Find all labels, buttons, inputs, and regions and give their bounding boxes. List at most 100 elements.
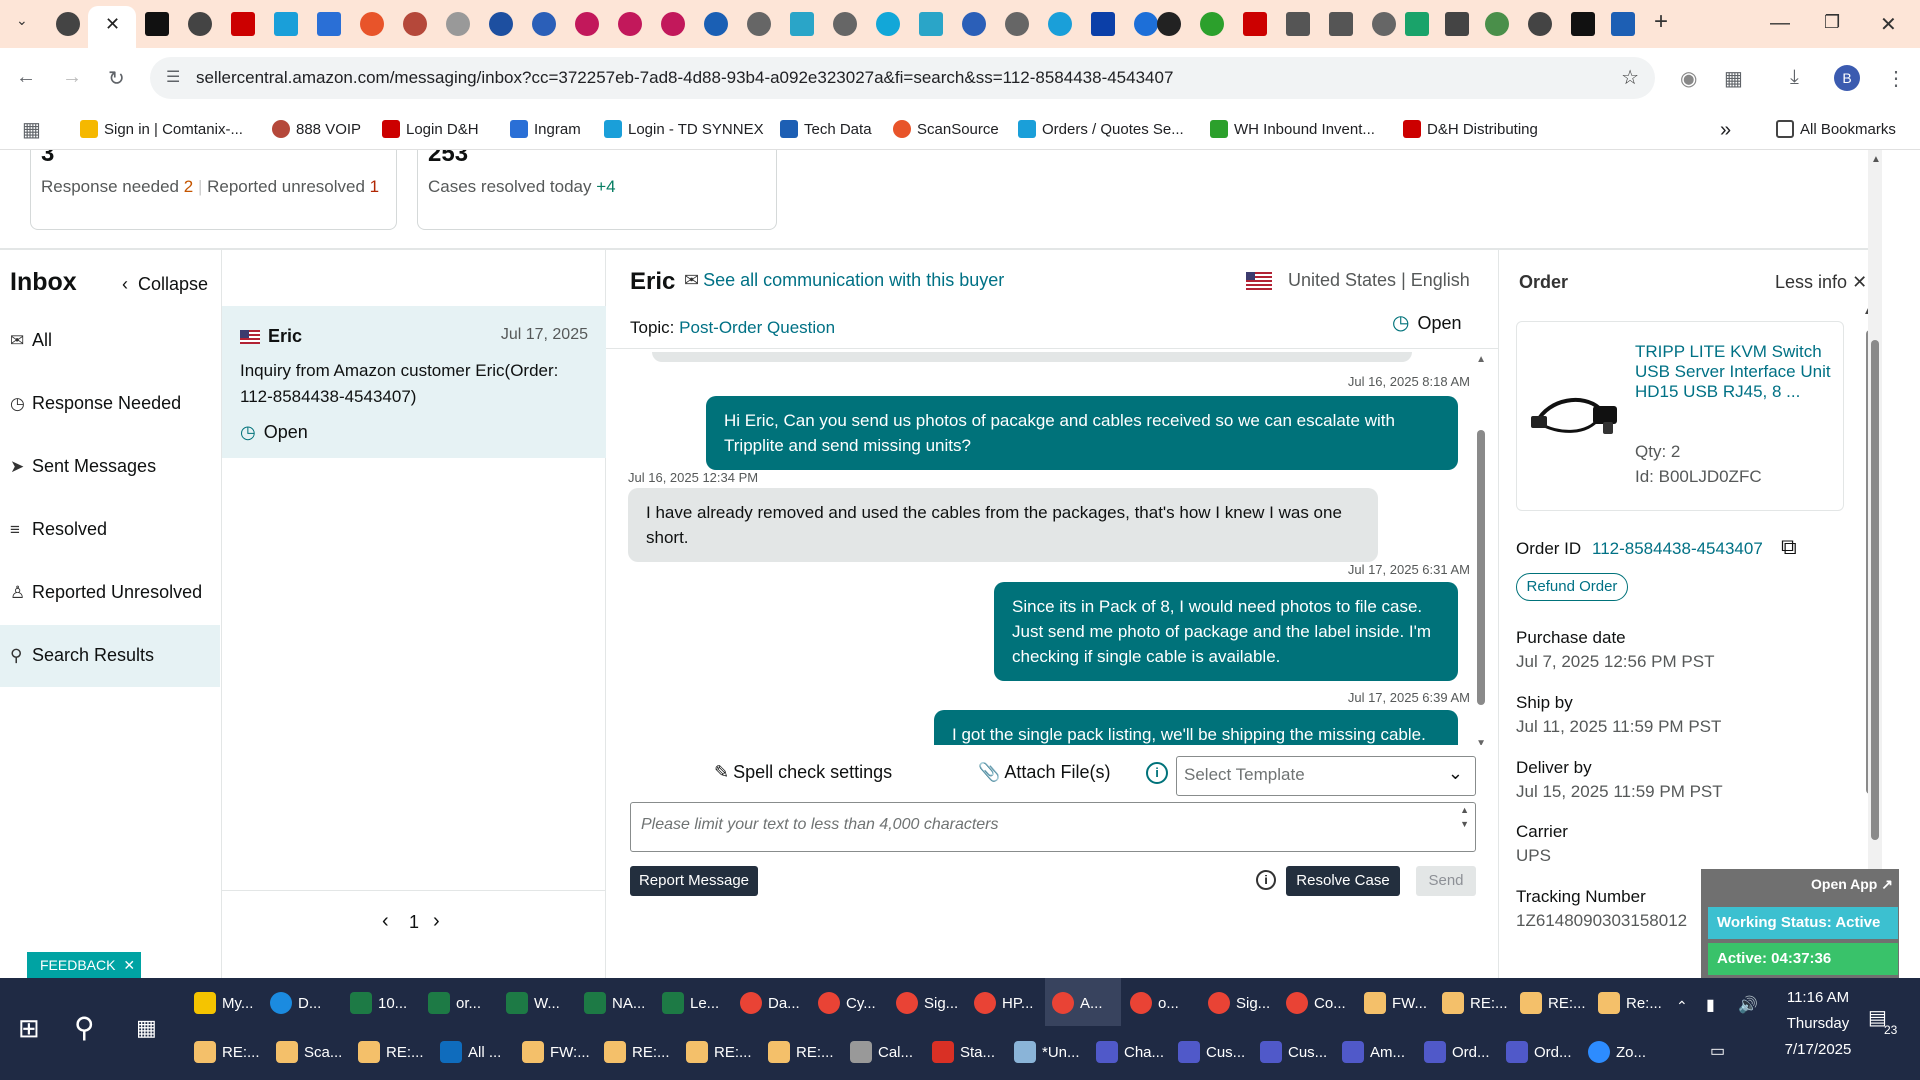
taskbar-item[interactable]: RE:... bbox=[1520, 984, 1586, 1024]
message-thread[interactable]: Jul 16, 2025 8:18 AM Hi Eric, Can you se… bbox=[624, 350, 1486, 745]
battery-icon[interactable]: ▮ bbox=[1706, 986, 1715, 1026]
taskbar-item[interactable]: FW:... bbox=[522, 1033, 590, 1073]
spinner-down-icon[interactable]: ▼ bbox=[1460, 819, 1469, 829]
prev-page-icon[interactable]: ‹ bbox=[382, 910, 389, 933]
site-info-icon[interactable]: ☰ bbox=[166, 67, 180, 87]
product-title-link[interactable]: TRIPP LITE KVM Switch USB Server Interfa… bbox=[1635, 342, 1831, 402]
tab-favicon-icon[interactable] bbox=[145, 12, 169, 36]
refund-order-button[interactable]: Refund Order bbox=[1516, 573, 1628, 601]
tab-favicon-icon[interactable] bbox=[704, 12, 728, 36]
taskbar-item[interactable]: A... bbox=[1052, 984, 1103, 1024]
taskbar-item[interactable]: Co... bbox=[1286, 984, 1346, 1024]
tab-favicon-icon[interactable] bbox=[661, 12, 685, 36]
sidebar-item-reported-unresolved[interactable]: ♙ Reported Unresolved bbox=[10, 582, 202, 603]
taskbar-item[interactable]: Sca... bbox=[276, 1033, 342, 1073]
taskbar-item[interactable]: NA... bbox=[584, 984, 645, 1024]
scroll-up-icon[interactable]: ▲ bbox=[1476, 354, 1486, 365]
tab-favicon-icon[interactable] bbox=[618, 12, 642, 36]
windows-start-icon[interactable]: ⊞ bbox=[18, 1008, 40, 1048]
sidebar-item-search-results[interactable]: ⚲ Search Results bbox=[10, 645, 154, 666]
bookmark-item[interactable]: WH Inbound Invent... bbox=[1210, 110, 1375, 150]
tab-favicon-icon[interactable] bbox=[833, 12, 857, 36]
tab-favicon-icon[interactable] bbox=[489, 12, 513, 36]
bookmark-item[interactable]: Login - TD SYNNEX bbox=[604, 110, 764, 150]
working-status-badge[interactable]: Working Status: Active bbox=[1708, 907, 1898, 939]
tab-favicon-icon[interactable] bbox=[446, 12, 470, 36]
taskbar-item[interactable]: D... bbox=[270, 984, 321, 1024]
taskbar-item[interactable]: My... bbox=[194, 984, 253, 1024]
volume-icon[interactable]: 🔊 bbox=[1738, 986, 1758, 1026]
tab-favicon-icon[interactable] bbox=[317, 12, 341, 36]
tab-favicon-icon[interactable] bbox=[274, 12, 298, 36]
tab-favicon-icon[interactable] bbox=[231, 12, 255, 36]
tab-favicon-icon[interactable] bbox=[1329, 12, 1353, 36]
tab-favicon-icon[interactable] bbox=[532, 12, 556, 36]
tab-favicon-icon[interactable] bbox=[1485, 12, 1509, 36]
attach-files-button[interactable]: 📎 Attach File(s) bbox=[978, 762, 1110, 783]
sidebar-item-sent-messages[interactable]: ➤ Sent Messages bbox=[10, 456, 156, 477]
taskbar-item[interactable]: RE:... bbox=[1442, 984, 1508, 1024]
tab-favicon-icon[interactable] bbox=[188, 12, 212, 36]
tab-favicon-icon[interactable] bbox=[1571, 12, 1595, 36]
tab-favicon-icon[interactable] bbox=[1286, 12, 1310, 36]
tab-favicon-icon[interactable] bbox=[1611, 12, 1635, 36]
tab-favicon-icon[interactable] bbox=[876, 12, 900, 36]
search-icon[interactable]: ⚲ bbox=[74, 1008, 95, 1048]
taskbar-item[interactable]: All ... bbox=[440, 1033, 501, 1073]
spell-check-settings-button[interactable]: ✎ Spell check settings bbox=[714, 762, 892, 783]
tab-favicon-icon[interactable] bbox=[1528, 12, 1552, 36]
tab-favicon-icon[interactable] bbox=[1405, 12, 1429, 36]
tab-favicon-icon[interactable] bbox=[1048, 12, 1072, 36]
taskbar-item[interactable]: 10... bbox=[350, 984, 407, 1024]
taskbar-item[interactable]: RE:... bbox=[194, 1033, 260, 1073]
close-tab-icon[interactable]: ✕ bbox=[105, 14, 120, 35]
taskbar-item[interactable]: RE:... bbox=[604, 1033, 670, 1073]
tab-favicon-icon[interactable] bbox=[962, 12, 986, 36]
show-hidden-icons-icon[interactable]: ⌃ bbox=[1676, 986, 1688, 1026]
template-select[interactable]: Select Template ⌄ bbox=[1176, 756, 1476, 796]
tab-favicon-icon[interactable] bbox=[360, 12, 384, 36]
taskbar-item[interactable]: RE:... bbox=[768, 1033, 834, 1073]
conversation-row[interactable]: Eric Jul 17, 2025 Inquiry from Amazon cu… bbox=[222, 306, 606, 458]
see-all-communication-link[interactable]: ✉ See all communication with this buyer bbox=[684, 270, 1004, 291]
bookmark-item[interactable]: Login D&H bbox=[382, 110, 479, 150]
taskbar-item[interactable]: Zo... bbox=[1588, 1033, 1646, 1073]
thread-scrollbar[interactable] bbox=[1477, 430, 1485, 705]
taskbar-item[interactable]: Sig... bbox=[896, 984, 958, 1024]
apps-grid-icon[interactable]: ▦ bbox=[22, 110, 41, 150]
page-scroll-up-icon[interactable]: ▲ bbox=[1871, 154, 1881, 165]
taskbar-item[interactable]: Ord... bbox=[1506, 1033, 1572, 1073]
bookmark-item[interactable]: Sign in | Comtanix-... bbox=[80, 110, 243, 150]
sidebar-item-all[interactable]: ✉ All bbox=[10, 330, 52, 351]
spinner-up-icon[interactable]: ▲ bbox=[1460, 805, 1469, 815]
bookmark-item[interactable]: Ingram bbox=[510, 110, 581, 150]
taskbar-item[interactable]: *Un... bbox=[1014, 1033, 1080, 1073]
new-tab-icon[interactable]: + bbox=[1654, 8, 1668, 36]
report-message-button[interactable]: Report Message bbox=[630, 866, 758, 896]
info-icon[interactable]: i bbox=[1256, 870, 1276, 890]
tab-favicon-icon[interactable] bbox=[1200, 12, 1224, 36]
taskbar-item[interactable]: Re:... bbox=[1598, 984, 1662, 1024]
stat-card-response[interactable]: 3 Response needed 2 | Reported unresolve… bbox=[30, 150, 397, 230]
network-icon[interactable]: ▭ bbox=[1710, 1032, 1725, 1072]
sidebar-item-resolved[interactable]: ≡ Resolved bbox=[10, 519, 107, 540]
tab-favicon-icon[interactable] bbox=[919, 12, 943, 36]
clock-date[interactable]: 7/17/2025 bbox=[1778, 1030, 1858, 1070]
tab-favicon-icon[interactable] bbox=[747, 12, 771, 36]
taskbar-item[interactable]: Ord... bbox=[1424, 1033, 1490, 1073]
taskbar-item[interactable]: Cus... bbox=[1260, 1033, 1327, 1073]
taskbar-item[interactable]: or... bbox=[428, 984, 481, 1024]
download-icon[interactable]: ⤓ bbox=[1790, 66, 1799, 89]
product-image[interactable] bbox=[1529, 388, 1621, 440]
next-page-icon[interactable]: › bbox=[433, 910, 440, 933]
copy-icon[interactable]: ⧉ bbox=[1781, 534, 1797, 560]
bookmark-item[interactable]: Tech Data bbox=[780, 110, 872, 150]
task-view-icon[interactable]: ▦ bbox=[136, 1008, 157, 1048]
taskbar-item[interactable]: Sta... bbox=[932, 1033, 995, 1073]
scroll-down-icon[interactable]: ▼ bbox=[1476, 738, 1486, 745]
taskbar-item[interactable]: Sig... bbox=[1208, 984, 1270, 1024]
tab-favicon-icon[interactable] bbox=[403, 12, 427, 36]
more-bookmarks-icon[interactable]: » bbox=[1720, 110, 1731, 150]
sidebar-item-response-needed[interactable]: ◷ Response Needed bbox=[10, 393, 181, 414]
taskbar-item[interactable]: HP... bbox=[974, 984, 1033, 1024]
